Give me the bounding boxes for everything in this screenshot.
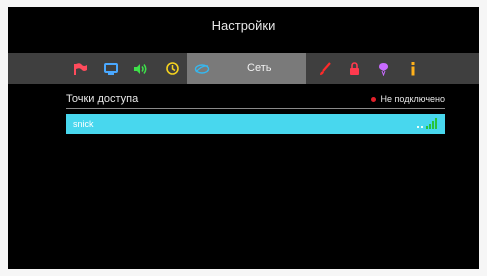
network-icon [193,53,211,84]
settings-screen: Настройки Сеть Точки доступа Не подключе… [8,7,479,269]
status-text: Не подключено [380,94,445,104]
settings-icon-bar: Сеть [8,53,479,84]
access-point-row[interactable]: snick [66,114,445,134]
balloon-icon[interactable] [375,53,391,84]
connection-status: Не подключено [370,94,445,104]
flag-icon[interactable] [73,53,89,84]
access-point-name: snick [73,119,94,129]
volume-icon[interactable] [132,53,150,84]
wifi-signal-icon [417,118,437,129]
page-title: Настройки [211,18,276,33]
lock-icon[interactable] [346,53,362,84]
info-icon[interactable] [406,53,420,84]
status-dot-icon [370,96,376,102]
monitor-icon[interactable] [103,53,119,84]
tab-network-label: Сеть [247,62,272,74]
access-points-heading: Точки доступа [66,93,139,105]
clock-icon[interactable] [164,53,180,84]
tab-network[interactable]: Сеть [187,53,306,84]
brush-icon[interactable] [317,53,333,84]
divider [66,108,445,109]
